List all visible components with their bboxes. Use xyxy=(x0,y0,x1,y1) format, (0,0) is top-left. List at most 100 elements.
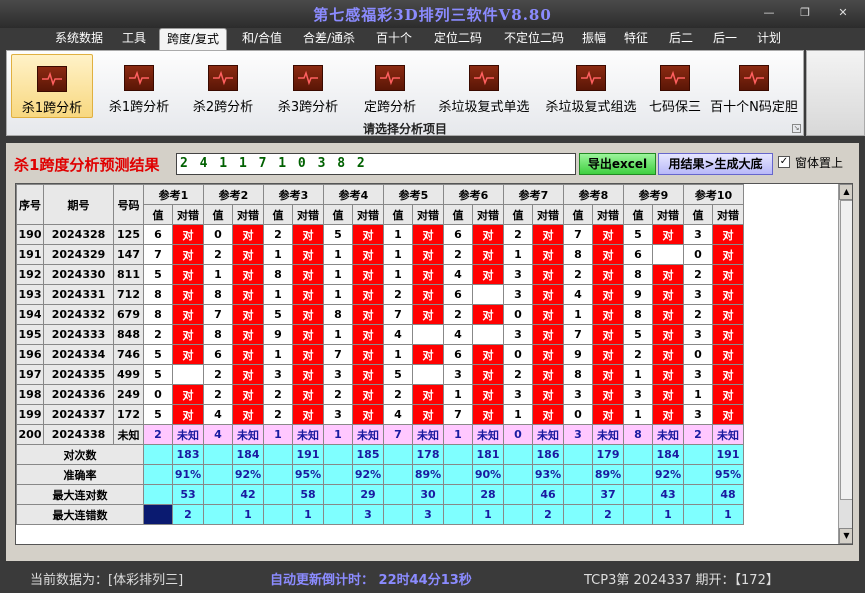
row-check: 对 xyxy=(652,324,684,345)
chart-icon xyxy=(293,65,323,91)
ribbon-junk-group[interactable]: 杀垃圾复式组选 xyxy=(539,54,643,118)
table-row[interactable]: 196 2024334 746 5 对 6 对 1 对 7 对 1 对 6 对 0 对 9 对 2 对 0 对 xyxy=(16,344,744,365)
row-value: 0 xyxy=(683,244,713,265)
row-seq: 191 xyxy=(16,244,44,265)
row-value: 4 xyxy=(563,284,593,305)
ribbon-seven-code[interactable]: 七码保三 xyxy=(644,54,706,118)
menu-fixed-two[interactable]: 定位二码 xyxy=(426,28,490,50)
header-ref[interactable]: 参考9 xyxy=(623,184,684,205)
menu-system-data[interactable]: 系统数据 xyxy=(48,28,110,50)
minimize-icon[interactable]: — xyxy=(760,6,778,20)
menu-amplitude[interactable]: 振幅 xyxy=(576,28,612,50)
header-ref[interactable]: 参考8 xyxy=(563,184,624,205)
row-value: 4 xyxy=(383,324,413,345)
row-value: 4 xyxy=(203,404,233,425)
row-value: 1 xyxy=(383,244,413,265)
header-ref[interactable]: 参考4 xyxy=(323,184,384,205)
menu-feature[interactable]: 特征 xyxy=(618,28,654,50)
ribbon-kill1-span-a[interactable]: 杀1跨分析 xyxy=(11,54,93,118)
scroll-down-icon[interactable]: ▼ xyxy=(839,528,852,544)
row-code: 712 xyxy=(113,284,144,305)
table-row[interactable]: 197 2024335 499 5 2 对 3 对 3 对 5 3 对 2 对 8 对 1 对 3 对 xyxy=(16,364,744,385)
result-input[interactable]: 2 4 1 1 7 1 0 3 8 2 xyxy=(176,153,576,175)
menu-diff-kill[interactable]: 合差/通杀 xyxy=(296,28,362,50)
ribbon-kill1-span-b[interactable]: 杀1跨分析 xyxy=(99,54,179,118)
scroll-thumb[interactable] xyxy=(840,200,852,500)
header-value: 值 xyxy=(503,204,533,225)
row-value: 6 xyxy=(143,224,173,245)
header-value: 值 xyxy=(383,204,413,225)
stat-value: 191 xyxy=(292,444,324,465)
close-icon[interactable]: ✕ xyxy=(834,6,852,20)
chart-icon xyxy=(576,65,606,91)
header-ref[interactable]: 参考3 xyxy=(263,184,324,205)
pred-value: 1 xyxy=(323,424,353,445)
maximize-icon[interactable]: ❐ xyxy=(796,6,814,20)
prediction-row[interactable]: 200 2024338 未知 2 未知 4 未知 1 未知 1 未知 7 未知 1 未知 0 未知 3 未知 8 未知 2… xyxy=(16,424,744,445)
stat-value: 92% xyxy=(232,464,264,485)
ribbon-kill3-span[interactable]: 杀3跨分析 xyxy=(268,54,348,118)
menu-digits[interactable]: 百十个 xyxy=(368,28,420,50)
header-ref[interactable]: 参考10 xyxy=(683,184,744,205)
table-row[interactable]: 192 2024330 811 5 对 1 对 8 对 1 对 1 对 4 对 3 对 2 对 8 对 2 对 xyxy=(16,264,744,285)
table-row[interactable]: 198 2024336 249 0 对 2 对 2 对 2 对 2 对 1 对 3 对 3 对 3 对 1 对 xyxy=(16,384,744,405)
export-excel-button[interactable]: 导出excel xyxy=(579,153,656,175)
stat-blank xyxy=(323,504,353,525)
table-row[interactable]: 199 2024337 172 5 对 4 对 2 对 3 对 4 对 7 对 1 对 0 对 1 对 3 对 xyxy=(16,404,744,425)
header-ref[interactable]: 参考7 xyxy=(503,184,564,205)
row-check: 对 xyxy=(172,284,204,305)
row-check: 对 xyxy=(172,244,204,265)
row-value: 6 xyxy=(443,284,473,305)
stat-row: 最大连对数 53 42 58 29 30 28 46 37 43 48 xyxy=(16,484,744,505)
generate-base-button[interactable]: 用结果>生成大底 xyxy=(658,153,773,175)
row-code: 172 xyxy=(113,404,144,425)
row-check: 对 xyxy=(652,304,684,325)
ribbon-kill2-span[interactable]: 杀2跨分析 xyxy=(183,54,263,118)
ribbon-junk-single[interactable]: 杀垃圾复式单选 xyxy=(431,54,537,118)
ribbon-n-code[interactable]: 百十个N码定胆 xyxy=(707,54,801,118)
row-check: 对 xyxy=(532,264,564,285)
row-seq: 194 xyxy=(16,304,44,325)
row-check: 对 xyxy=(652,344,684,365)
menu-tools[interactable]: 工具 xyxy=(114,28,154,50)
row-check: 对 xyxy=(532,384,564,405)
menu-back-one[interactable]: 后一 xyxy=(706,28,744,50)
stat-value: 91% xyxy=(172,464,204,485)
header-check: 对错 xyxy=(532,204,564,225)
row-check: 对 xyxy=(292,224,324,245)
menu-back-two[interactable]: 后二 xyxy=(662,28,700,50)
row-check: 对 xyxy=(412,224,444,245)
stat-blank xyxy=(683,484,713,505)
row-code: 848 xyxy=(113,324,144,345)
row-value: 2 xyxy=(443,244,473,265)
row-check: 对 xyxy=(532,364,564,385)
row-value: 2 xyxy=(623,344,653,365)
row-value: 8 xyxy=(563,364,593,385)
row-value: 3 xyxy=(503,384,533,405)
row-check: 对 xyxy=(232,364,264,385)
header-ref[interactable]: 参考5 xyxy=(383,184,444,205)
table-row[interactable]: 190 2024328 125 6 对 0 对 2 对 5 对 1 对 6 对 2 对 7 对 5 对 3 对 xyxy=(16,224,744,245)
row-value: 1 xyxy=(623,364,653,385)
menu-span-compound[interactable]: 跨度/复式 xyxy=(159,28,227,50)
header-ref[interactable]: 参考2 xyxy=(203,184,264,205)
header-ref[interactable]: 参考1 xyxy=(143,184,204,205)
header-ref[interactable]: 参考6 xyxy=(443,184,504,205)
pred-check: 未知 xyxy=(592,424,624,445)
table-row[interactable]: 194 2024332 679 8 对 7 对 5 对 8 对 7 对 2 对 0 对 1 对 8 对 2 对 xyxy=(16,304,744,325)
menu-plan[interactable]: 计划 xyxy=(750,28,788,50)
table-row[interactable]: 193 2024331 712 8 对 8 对 1 对 1 对 2 对 6 3 对 4 对 9 对 3 对 xyxy=(16,284,744,305)
ribbon-fixed-span[interactable]: 定跨分析 xyxy=(352,54,428,118)
menu-sum[interactable]: 和/合值 xyxy=(233,28,291,50)
row-issue: 2024333 xyxy=(43,324,114,345)
row-value: 5 xyxy=(143,404,173,425)
window-ontop-checkbox[interactable]: ✓ xyxy=(778,156,790,168)
table-row[interactable]: 195 2024333 848 2 对 8 对 9 对 1 对 4 4 3 对 7 对 5 对 3 对 xyxy=(16,324,744,345)
table-row[interactable]: 191 2024329 147 7 对 2 对 1 对 1 对 1 对 2 对 1 对 8 对 6 0 对 xyxy=(16,244,744,265)
menu-unfixed-two[interactable]: 不定位二码 xyxy=(496,28,572,50)
ribbon-expand-icon[interactable]: ↘ xyxy=(792,124,801,133)
row-value: 3 xyxy=(683,404,713,425)
scroll-up-icon[interactable]: ▲ xyxy=(839,184,852,200)
stat-blank xyxy=(383,484,413,505)
vertical-scrollbar[interactable]: ▲ ▼ xyxy=(838,184,852,544)
